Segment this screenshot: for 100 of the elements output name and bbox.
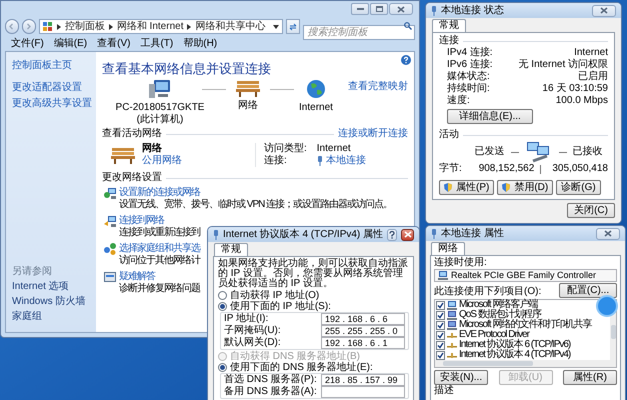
connection-link[interactable]: 本地连接 — [326, 155, 366, 167]
node-label: PC-20180517GKTE — [116, 102, 204, 114]
action-button[interactable]: 安装(N)... — [434, 370, 488, 385]
breadcrumb-item[interactable]: 网络和 Internet — [116, 20, 184, 32]
shield-icon — [444, 183, 452, 192]
menu-item[interactable]: 工具(T) — [140, 38, 174, 50]
back-button[interactable] — [5, 19, 19, 34]
network-client-icon — [438, 271, 448, 280]
see-also-heading: 另请参阅 — [12, 266, 53, 278]
refresh-button[interactable] — [286, 19, 300, 34]
radio-label: 自动获得 DNS 服务器地址(B) — [230, 350, 360, 362]
plug-icon — [213, 230, 219, 240]
network-client-icon — [447, 300, 457, 310]
close-dialog-button[interactable]: 关闭(C) — [567, 203, 615, 218]
field-label: IPv6 连接: — [447, 59, 493, 70]
close-button[interactable] — [389, 3, 413, 15]
sidebar-link[interactable]: Windows 防火墙 — [12, 296, 90, 308]
close-button[interactable] — [592, 4, 616, 16]
radio-button[interactable] — [218, 302, 227, 311]
radio-button[interactable] — [218, 363, 227, 372]
node-label: 网络 — [238, 100, 258, 112]
radio-label: 使用下面的 DNS 服务器地址(E): — [230, 362, 373, 374]
section-heading: 查看活动网络 — [102, 128, 162, 140]
address-bar[interactable]: 控制面板 网络和 Internet 网络和共享中心 — [38, 19, 284, 34]
sidebar-link[interactable]: Internet 选项 — [12, 281, 90, 293]
breadcrumb-item[interactable]: 网络和共享中心 — [195, 20, 266, 32]
ip-address-field[interactable]: 192 . 168 . 6 . 1 — [321, 337, 405, 349]
ip-address-field[interactable] — [321, 386, 405, 398]
ip-address-field[interactable]: 192 . 168 . 6 . 6 — [321, 313, 405, 325]
setting-link[interactable]: 选择家庭组和共享选 — [119, 243, 200, 255]
setting-link[interactable]: 疑难解答 — [119, 271, 200, 283]
chevron-right-icon — [187, 24, 192, 30]
checkbox[interactable] — [436, 300, 445, 310]
sidebar-link[interactable]: 家庭组 — [12, 311, 90, 323]
network-type-link[interactable]: 公用网络 — [142, 155, 182, 167]
full-map-link[interactable]: 查看完整映射 — [348, 81, 408, 93]
setting-link[interactable]: 设置新的连接或网络 — [119, 187, 392, 199]
tab[interactable]: 网络 — [431, 242, 465, 255]
connect-disconnect-link[interactable]: 连接或断开连接 — [338, 128, 408, 140]
window-title: Internet 协议版本 4 (TCP/IPv4) 属性 — [223, 228, 384, 240]
list-item[interactable]: Microsoft 网络的文件和打印机共享 — [436, 320, 592, 330]
control-panel-icon — [42, 22, 53, 31]
menu-item[interactable]: 文件(F) — [11, 38, 44, 50]
checkbox[interactable] — [436, 340, 445, 350]
field-value: Internet — [574, 47, 608, 58]
checkbox[interactable] — [436, 350, 445, 360]
node-sublabel: (此计算机) — [136, 114, 184, 126]
list-item[interactable]: EVE Protocol Driver — [436, 330, 529, 340]
group-heading: 描述 — [434, 385, 455, 396]
sidebar-link[interactable]: 更改高级共享设置 — [12, 98, 90, 110]
field-label: 字节: — [439, 163, 463, 175]
ip-address-field[interactable]: 218 . 85 . 157 . 99 — [321, 374, 405, 386]
close-icon — [404, 231, 412, 238]
troubleshoot-icon — [104, 271, 116, 283]
checkbox[interactable] — [436, 310, 445, 320]
maximize-button[interactable] — [370, 3, 388, 15]
forward-button[interactable] — [22, 19, 36, 34]
menu-item[interactable]: 编辑(E) — [54, 38, 88, 50]
action-button[interactable]: 诊断(G) — [556, 180, 601, 195]
minimize-button[interactable] — [351, 3, 369, 15]
list-item[interactable]: Internet 协议版本 6 (TCP/IPv6) — [436, 340, 570, 350]
help-button[interactable] — [387, 228, 398, 240]
menu-item[interactable]: 查看(V) — [97, 38, 130, 50]
list-item[interactable]: QoS 数据包计划程序 — [436, 310, 541, 320]
action-button[interactable]: 属性(R) — [563, 370, 617, 385]
close-button[interactable] — [596, 228, 620, 240]
chevron-right-icon — [56, 24, 61, 30]
horizontal-scrollbar[interactable] — [435, 360, 616, 367]
checkbox[interactable] — [436, 330, 445, 340]
list-item[interactable]: Internet 协议版本 4 (TCP/IPv4) — [436, 350, 570, 360]
sidebar-link[interactable]: 控制面板主页 — [12, 60, 90, 72]
plug-icon — [316, 156, 323, 166]
details-button[interactable]: 详细信息(E)... — [447, 109, 533, 124]
sidebar-link[interactable]: 更改适配器设置 — [12, 82, 90, 94]
setting-link[interactable]: 连接到网络 — [119, 215, 200, 227]
bench-icon — [110, 146, 136, 164]
radio-button[interactable] — [218, 291, 227, 300]
field-value: Internet — [316, 143, 352, 154]
tab[interactable]: 常规 — [214, 243, 248, 256]
cursor-highlight — [596, 295, 618, 317]
group-heading: 活动 — [439, 129, 459, 141]
checkbox[interactable] — [436, 320, 445, 330]
ip-address-field[interactable]: 255 . 255 . 255 . 0 — [321, 325, 405, 337]
menu-item[interactable]: 帮助(H) — [183, 38, 218, 50]
network-name: 网络 — [142, 143, 163, 155]
configure-button[interactable]: 配置(C)... — [559, 283, 617, 298]
field-label: 速度: — [447, 95, 470, 107]
search-field[interactable]: 搜索控制面板 — [303, 25, 415, 40]
plug-icon — [431, 6, 437, 16]
received-label: 已接收 — [572, 146, 602, 158]
action-button[interactable]: 禁用(D) — [497, 180, 554, 195]
search-icon — [404, 22, 412, 30]
setting-description: 连接到或重新连接到 — [119, 227, 200, 239]
list-item[interactable]: Microsoft 网络客户端 — [436, 300, 538, 310]
action-button[interactable]: 属性(P) — [439, 180, 494, 195]
window-title: 本地连接 状态 — [441, 4, 505, 16]
field-label: 连接时使用: — [434, 257, 488, 269]
close-button[interactable] — [401, 228, 414, 240]
tab[interactable]: 常规 — [432, 19, 466, 32]
breadcrumb-item[interactable]: 控制面板 — [64, 20, 105, 32]
